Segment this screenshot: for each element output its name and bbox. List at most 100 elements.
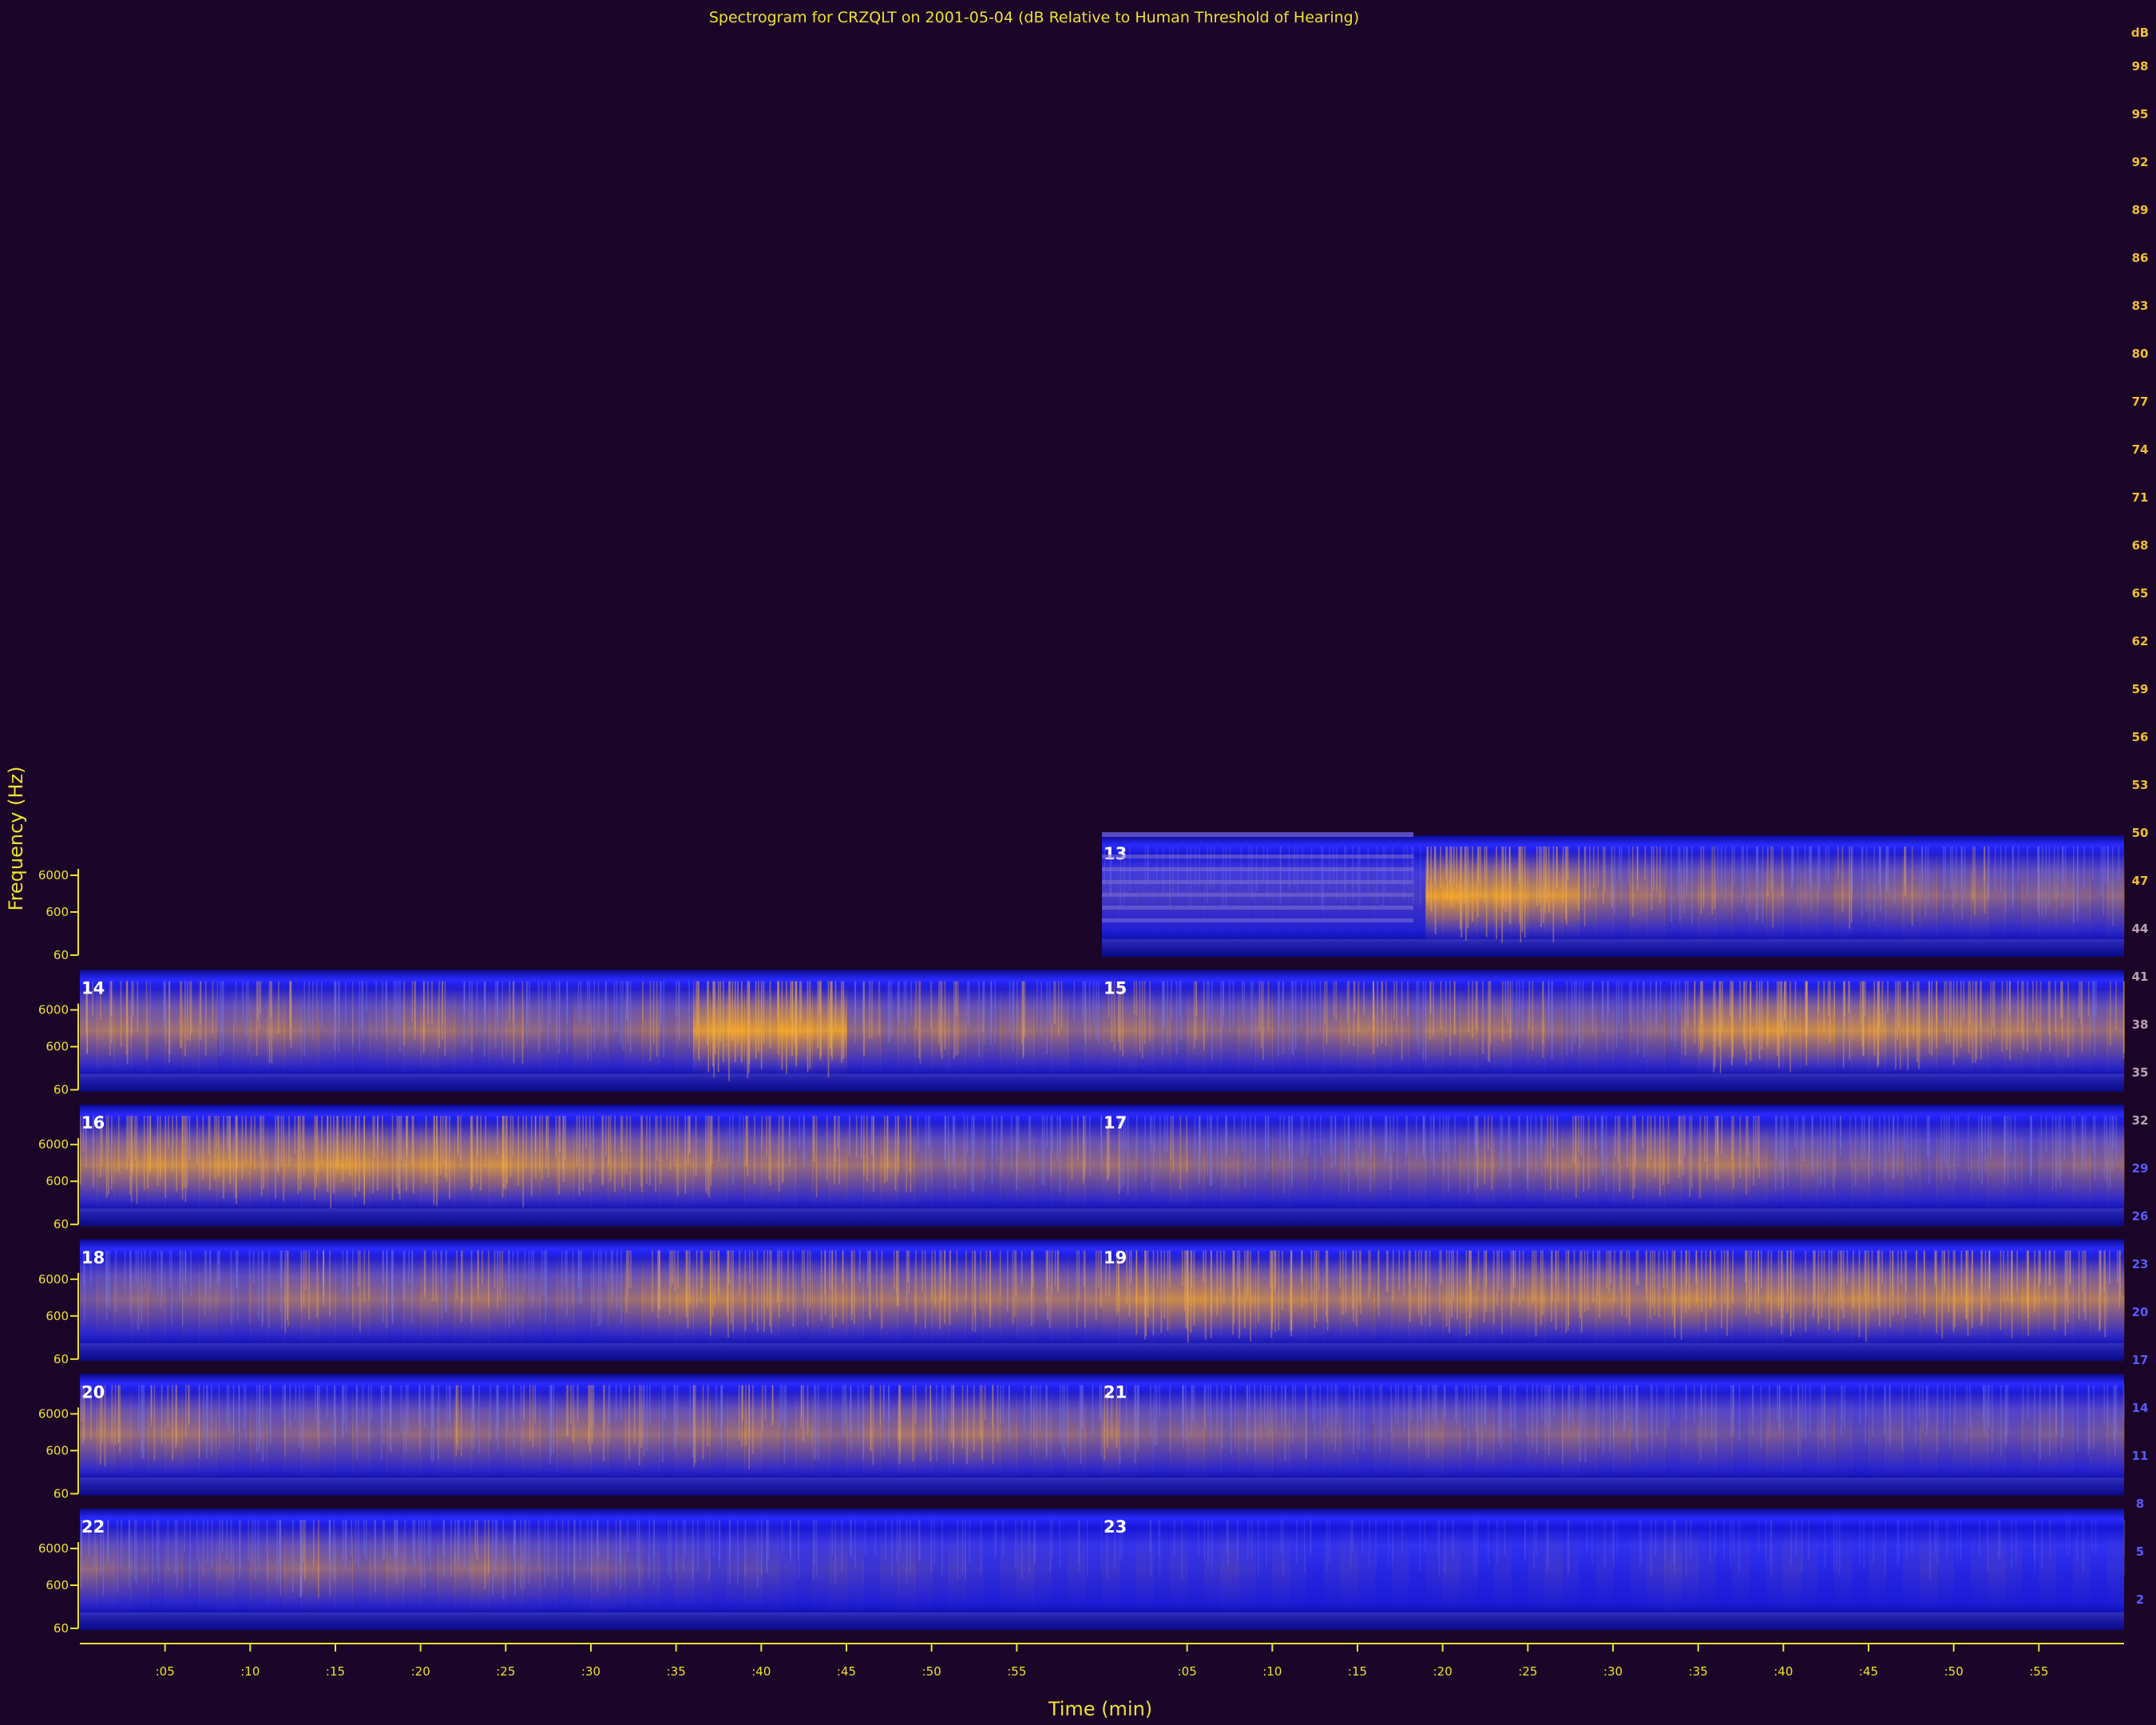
intensity-stroke (2040, 1116, 2043, 1167)
intensity-stroke (172, 1385, 173, 1461)
hour-13-stripe (1102, 918, 1413, 922)
intensity-cell (522, 1388, 541, 1481)
intensity-stroke (362, 1385, 364, 1422)
intensity-stroke (400, 1116, 402, 1161)
intensity-cell (591, 1523, 608, 1616)
intensity-stroke (660, 1116, 662, 1184)
intensity-stroke (729, 1116, 731, 1164)
intensity-stroke (1861, 981, 1864, 1047)
intensity-stroke (659, 1250, 660, 1310)
intensity-cell (1187, 1388, 1205, 1481)
intensity-stroke (216, 981, 219, 1032)
intensity-stroke (208, 1116, 210, 1155)
intensity-stroke (1484, 1116, 1486, 1185)
intensity-stroke (229, 1116, 231, 1184)
intensity-stroke (1900, 981, 1901, 1069)
intensity-stroke (1714, 847, 1715, 910)
intensity-stroke (1694, 981, 1696, 1045)
hour-label: 18 (81, 1248, 105, 1267)
x-tick-label: :10 (1262, 1664, 1282, 1679)
intensity-stroke (1344, 1116, 1346, 1172)
intensity-stroke (1602, 1116, 1604, 1176)
intensity-stroke (1911, 847, 1913, 926)
intensity-stroke (2118, 1250, 2120, 1308)
spectrogram-chart: Spectrogram for CRZQLT on 2001-05-04 (dB… (5, 9, 2149, 1720)
intensity-stroke (1797, 1385, 1799, 1430)
intensity-stroke (427, 981, 429, 1025)
intensity-stroke (1438, 1520, 1441, 1577)
intensity-stroke (731, 981, 734, 1041)
x-tick-label: :05 (156, 1664, 175, 1679)
intensity-cell (1664, 1523, 1682, 1616)
db-scale-value: 80 (2132, 347, 2149, 361)
intensity-stroke (2093, 1385, 2095, 1449)
intensity-stroke (596, 1520, 599, 1592)
intensity-stroke (1714, 1250, 1716, 1300)
intensity-stroke (741, 981, 743, 1063)
hour-label: 19 (1104, 1248, 1127, 1267)
intensity-stroke (1518, 847, 1520, 884)
intensity-stroke (980, 1520, 982, 1574)
intensity-stroke (732, 1250, 734, 1332)
intensity-stroke (114, 1385, 117, 1445)
intensity-stroke (1417, 1385, 1418, 1448)
intensity-stroke (910, 1116, 911, 1173)
intensity-stroke (443, 1520, 446, 1577)
intensity-stroke (629, 981, 632, 1053)
intensity-stroke (1363, 981, 1365, 1016)
x-tick-label: :45 (1859, 1664, 1878, 1679)
intensity-cell (2106, 850, 2125, 942)
intensity-stroke (1624, 1385, 1626, 1430)
intensity-stroke (529, 1385, 531, 1441)
intensity-stroke (1036, 981, 1038, 1032)
intensity-stroke (1530, 1116, 1532, 1168)
intensity-stroke (2110, 981, 2111, 1046)
intensity-stroke (345, 1385, 347, 1433)
intensity-stroke (1784, 981, 1785, 1019)
intensity-stroke (574, 1520, 576, 1580)
intensity-stroke (497, 1250, 498, 1309)
intensity-stroke (1163, 981, 1165, 1029)
intensity-stroke (945, 1116, 946, 1170)
intensity-stroke (728, 981, 730, 1081)
hour-panel-17: 17 (1102, 1104, 2125, 1230)
intensity-stroke (603, 1385, 604, 1461)
intensity-stroke (1355, 1116, 1357, 1176)
intensity-stroke (205, 981, 207, 1056)
intensity-stroke (1584, 847, 1587, 901)
intensity-stroke (1635, 1250, 1638, 1286)
intensity-stroke (1409, 1250, 1411, 1322)
intensity-stroke (1839, 1116, 1841, 1149)
intensity-stroke (899, 1520, 901, 1552)
intensity-stroke (1777, 1385, 1778, 1421)
intensity-cell (267, 1523, 285, 1616)
intensity-stroke (1237, 1520, 1239, 1560)
intensity-stroke (1290, 1250, 1292, 1331)
intensity-stroke (1477, 1250, 1480, 1291)
intensity-cell (1783, 1253, 1801, 1346)
intensity-stroke (2088, 1385, 2090, 1449)
intensity-stroke (476, 1520, 478, 1560)
intensity-stroke (1801, 1116, 1804, 1162)
intensity-stroke (1439, 1250, 1441, 1313)
intensity-stroke (601, 1116, 603, 1185)
intensity-stroke (1508, 1116, 1510, 1178)
intensity-stroke (218, 1385, 220, 1449)
intensity-stroke (621, 1116, 624, 1188)
intensity-stroke (2087, 981, 2090, 1017)
intensity-stroke (1877, 1250, 1879, 1298)
intensity-stroke (878, 981, 880, 1037)
intensity-stroke (1925, 1385, 1928, 1436)
intensity-stroke (2122, 1385, 2125, 1420)
intensity-stroke (501, 981, 503, 1060)
intensity-stroke (1841, 1385, 1842, 1434)
hour-label: 14 (81, 979, 105, 998)
intensity-stroke (1373, 981, 1374, 1031)
intensity-stroke (1579, 981, 1581, 1049)
intensity-stroke (1514, 1385, 1516, 1442)
y-tick-label: 600 (46, 1040, 69, 1054)
x-tick-label: :20 (411, 1664, 430, 1679)
intensity-stroke (660, 981, 661, 1027)
intensity-stroke (1185, 1250, 1187, 1328)
intensity-stroke (1828, 1250, 1830, 1330)
